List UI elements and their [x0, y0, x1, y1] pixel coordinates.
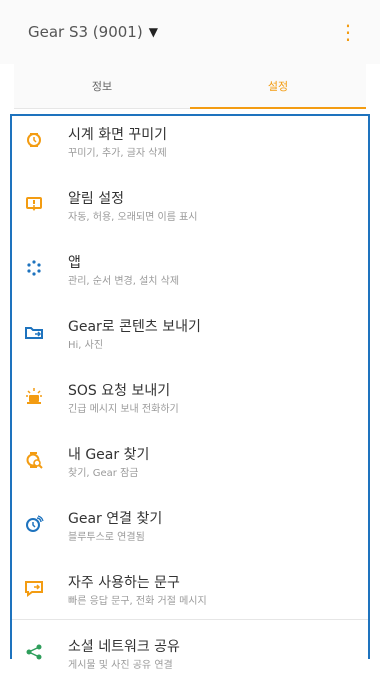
item-title: 자주 사용하는 문구	[68, 575, 180, 591]
quick-message-icon	[25, 581, 43, 597]
share-icon	[26, 644, 42, 660]
device-selector[interactable]: Gear S3 (9001) ▼	[28, 23, 158, 41]
device-label: Gear S3 (9001)	[28, 23, 143, 41]
tab-settings[interactable]: 설정	[190, 64, 366, 108]
settings-list: 시계 화면 꾸미기 꾸미기, 추가, 글자 삭제 알림 설정 자동, 허용, 오…	[10, 114, 370, 671]
list-item[interactable]: 시계 화면 꾸미기 꾸미기, 추가, 글자 삭제	[12, 116, 368, 180]
app-screen: Gear S3 (9001) ▼ ⋮ 정보 설정 시계 화면 꾸미기 꾸미기, …	[0, 0, 380, 671]
list-item[interactable]: 소셜 네트워크 공유 게시물 및 사진 공유 연결	[12, 628, 368, 692]
chevron-down-icon: ▼	[148, 25, 158, 39]
item-subtitle: 블루투스로 연결됨	[68, 532, 145, 543]
item-subtitle: 긴급 메시지 보내 전화하기	[68, 404, 179, 415]
notification-icon	[26, 197, 42, 211]
item-subtitle: 게시물 및 사진 공유 연결	[68, 660, 173, 671]
item-subtitle: Hi, 사진	[68, 340, 104, 351]
apps-icon	[27, 260, 41, 276]
gear-connection-icon	[26, 515, 44, 532]
item-subtitle: 자동, 허용, 오래되면 이름 표시	[68, 212, 198, 223]
item-title: SOS 요청 보내기	[68, 383, 171, 399]
list-item[interactable]: Gear 연결 찾기 블루투스로 연결됨	[12, 500, 368, 564]
sos-icon	[26, 388, 42, 404]
item-title: 소셜 네트워크 공유	[68, 639, 180, 655]
divider	[12, 619, 368, 620]
item-title: 알림 설정	[68, 191, 124, 207]
item-title: 앱	[68, 255, 81, 271]
item-subtitle: 꾸미기, 추가, 글자 삭제	[68, 148, 167, 159]
tab-info[interactable]: 정보	[14, 64, 190, 108]
list-item[interactable]: 내 Gear 찾기 찾기, Gear 잠금	[12, 436, 368, 500]
list-item[interactable]: Gear로 콘텐츠 보내기 Hi, 사진	[12, 308, 368, 372]
item-title: Gear 연결 찾기	[68, 511, 163, 527]
find-gear-icon	[26, 452, 43, 469]
item-title: Gear로 콘텐츠 보내기	[68, 319, 201, 335]
send-content-icon	[25, 327, 43, 339]
item-subtitle: 찾기, Gear 잠금	[68, 468, 139, 479]
item-subtitle: 빠른 응답 문구, 전화 거절 메시지	[68, 596, 207, 607]
item-title: 내 Gear 찾기	[68, 447, 150, 463]
header: Gear S3 (9001) ▼ ⋮	[0, 0, 380, 64]
list-item[interactable]: SOS 요청 보내기 긴급 메시지 보내 전화하기	[12, 372, 368, 436]
item-subtitle: 관리, 순서 변경, 설치 삭제	[68, 276, 180, 287]
tabs: 정보 설정	[14, 64, 366, 109]
watch-face-icon	[27, 133, 41, 147]
list-item[interactable]: 알림 설정 자동, 허용, 오래되면 이름 표시	[12, 180, 368, 244]
more-options-icon[interactable]: ⋮	[330, 16, 366, 48]
list-item[interactable]: 앱 관리, 순서 변경, 설치 삭제	[12, 244, 368, 308]
item-title: 시계 화면 꾸미기	[68, 127, 168, 143]
